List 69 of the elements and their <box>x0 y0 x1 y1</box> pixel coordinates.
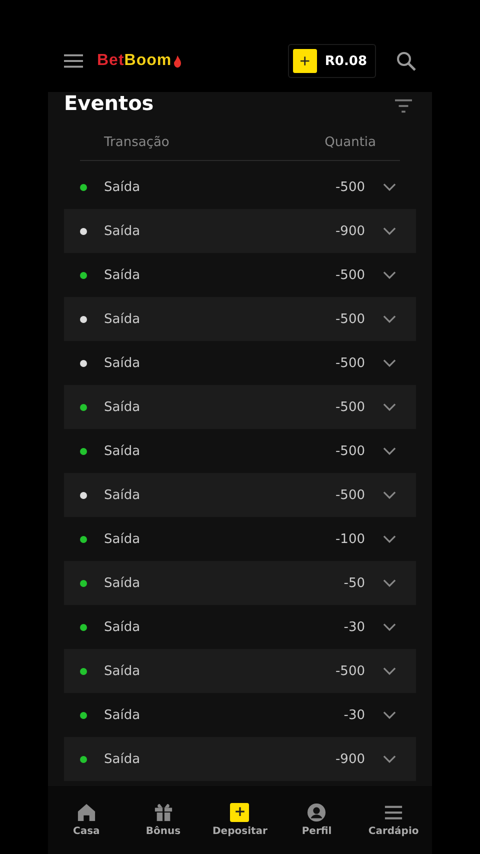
chevron-down-icon[interactable] <box>383 755 396 763</box>
transaction-amount: -500 <box>335 488 365 502</box>
transaction-amount: -30 <box>344 708 365 722</box>
transaction-amount: -500 <box>335 180 365 194</box>
transaction-type: Saída <box>104 708 142 722</box>
chevron-down-icon[interactable] <box>383 227 396 235</box>
search-icon[interactable] <box>396 51 416 71</box>
chevron-down-icon[interactable] <box>383 315 396 323</box>
chevron-down-icon[interactable] <box>383 271 396 279</box>
menu-icon[interactable] <box>64 54 83 68</box>
chevron-down-icon[interactable] <box>383 579 396 587</box>
transaction-type: Saída <box>104 268 142 282</box>
chevron-down-icon[interactable] <box>383 711 396 719</box>
nav-item[interactable]: Perfil <box>278 803 355 837</box>
transaction-amount: -500 <box>335 664 365 678</box>
menu-icon <box>384 803 404 822</box>
transaction-type: Saída <box>104 488 142 502</box>
transaction-type: Saída <box>104 752 142 766</box>
chevron-down-icon[interactable] <box>383 183 396 191</box>
transaction-amount: -500 <box>335 444 365 458</box>
transaction-amount: -100 <box>335 532 365 546</box>
transaction-type: Saída <box>104 180 142 194</box>
transaction-row[interactable]: Saída -900 <box>64 737 416 781</box>
column-header: Quantia <box>324 134 376 150</box>
transaction-row[interactable]: Saída -900 <box>64 209 416 253</box>
nav-item[interactable]: Cardápio <box>356 803 432 837</box>
chevron-down-icon[interactable] <box>383 623 396 631</box>
deposit-button[interactable]: + <box>292 49 317 73</box>
column-header: Transação <box>104 134 170 150</box>
deposit-icon: + <box>230 803 250 822</box>
transaction-amount: -50 <box>344 576 365 590</box>
transaction-row[interactable]: Saída -500 <box>64 473 416 517</box>
chevron-down-icon[interactable] <box>383 491 396 499</box>
transaction-amount: -30 <box>344 620 365 634</box>
transaction-type: Saída <box>104 620 142 634</box>
transaction-amount: -500 <box>335 400 365 414</box>
transaction-amount: -500 <box>335 312 365 326</box>
transaction-type: Saída <box>104 356 142 370</box>
transaction-type: Saída <box>104 664 142 678</box>
transaction-amount: -500 <box>335 268 365 282</box>
filter-icon[interactable] <box>395 99 412 113</box>
nav-item[interactable]: + Depositar <box>202 803 278 837</box>
section-title: Eventos <box>64 92 154 115</box>
transaction-amount: -500 <box>335 356 365 370</box>
transaction-type: Saída <box>104 400 142 414</box>
transaction-row[interactable]: Saída -500 <box>64 649 416 693</box>
transaction-row[interactable]: Saída -500 <box>64 385 416 429</box>
transaction-row[interactable]: Saída -50 <box>64 561 416 605</box>
transaction-row[interactable]: Saída -500 <box>64 297 416 341</box>
transaction-amount: -900 <box>335 752 365 766</box>
balance-panel[interactable]: + R0.08 <box>288 44 376 78</box>
nav-item[interactable]: Bônus <box>125 803 202 837</box>
chevron-down-icon[interactable] <box>383 403 396 411</box>
logo[interactable]: BetBoom <box>97 52 172 70</box>
profile-icon <box>307 803 326 822</box>
nav-item[interactable]: Casa <box>48 803 124 837</box>
transaction-type: Saída <box>104 224 142 238</box>
transaction-type: Saída <box>104 532 142 546</box>
balance-amount: R0.08 <box>324 54 367 68</box>
transaction-type: Saída <box>104 312 142 326</box>
home-icon <box>76 803 96 822</box>
chevron-down-icon[interactable] <box>383 359 396 367</box>
chevron-down-icon[interactable] <box>383 447 396 455</box>
chevron-down-icon[interactable] <box>383 535 396 543</box>
gift-icon <box>154 803 173 822</box>
transaction-type: Saída <box>104 576 142 590</box>
chevron-down-icon[interactable] <box>383 667 396 675</box>
transaction-amount: -900 <box>335 224 365 238</box>
transaction-type: Saída <box>104 444 142 458</box>
